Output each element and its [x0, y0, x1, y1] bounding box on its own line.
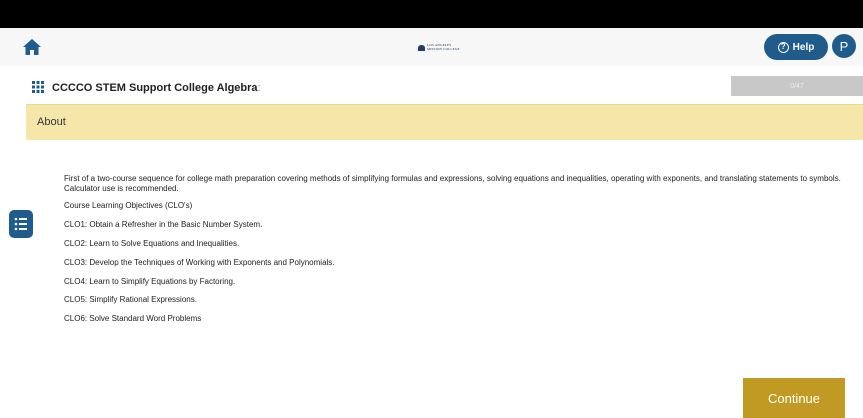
list-icon[interactable]	[9, 210, 33, 238]
grid-icon[interactable]	[32, 80, 44, 93]
intro-paragraph: First of a two-course sequence for colle…	[64, 174, 841, 193]
course-title-text: CCCCO STEM Support College Algebra	[52, 82, 258, 94]
app-header: LOS ANGELES MISSION COLLEGE ? Help P	[0, 28, 863, 66]
course-bar: CCCCO STEM Support College Algebra: 0/47	[0, 72, 863, 104]
help-label: Help	[792, 41, 815, 53]
objectives-heading: Course Learning Objectives (CLO's)	[64, 201, 193, 210]
course-title-suffix: :	[257, 82, 261, 94]
progress-text: 0/47	[790, 82, 804, 90]
logo-mark-icon	[418, 44, 425, 51]
objective-item: CLO3: Develop the Techniques of Working …	[64, 257, 335, 267]
section-title: About	[37, 116, 66, 128]
objective-item: CLO2: Learn to Solve Equations and Inequ…	[64, 238, 240, 248]
course-title: CCCCO STEM Support College Algebra:	[52, 82, 261, 94]
logo-text-line2: MISSION COLLEGE	[427, 46, 460, 51]
objective-item: CLO1: Obtain a Refresher in the Basic Nu…	[64, 219, 263, 229]
objective-item: CLO5: Simplify Rational Expressions.	[64, 295, 197, 305]
help-button[interactable]: ? Help	[764, 34, 828, 60]
continue-button[interactable]: Continue	[743, 378, 845, 418]
progress-indicator: 0/47	[731, 76, 863, 96]
objective-item: CLO4: Learn to Simplify Equations by Fac…	[64, 276, 236, 286]
section-header: About	[26, 104, 863, 140]
question-circle-icon: ?	[777, 41, 789, 53]
logo-text: LOS ANGELES MISSION COLLEGE	[427, 43, 460, 51]
home-icon[interactable]	[22, 37, 42, 57]
user-avatar[interactable]: P	[832, 34, 856, 58]
objective-item: CLO6: Solve Standard Word Problems	[64, 314, 202, 324]
course-description: First of a two-course sequence for colle…	[64, 174, 854, 333]
top-black-bar	[0, 0, 863, 28]
college-logo: LOS ANGELES MISSION COLLEGE	[418, 42, 464, 53]
